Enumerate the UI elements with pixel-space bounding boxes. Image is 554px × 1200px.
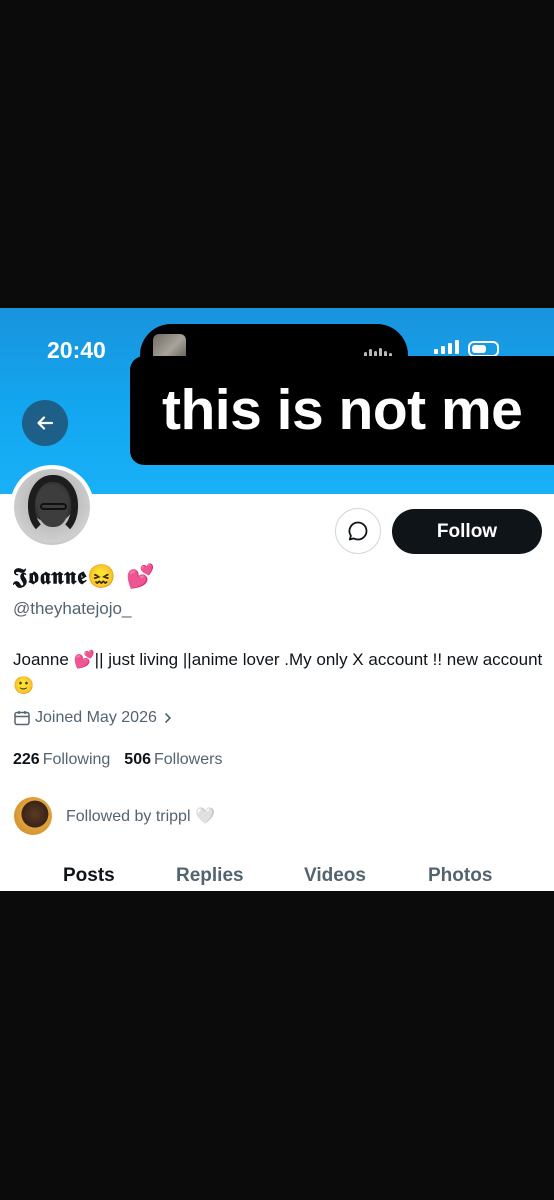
joined-label: Joined May 2026: [35, 709, 157, 726]
profile-banner: 20:40 this is not me: [0, 308, 554, 494]
following-count: 226: [13, 751, 40, 768]
battery-icon: [468, 341, 499, 357]
follow-button[interactable]: Follow: [392, 509, 542, 554]
back-button[interactable]: [22, 400, 68, 446]
profile-bio: Joanne 💕|| just living ||anime lover .My…: [13, 650, 543, 695]
joined-date[interactable]: Joined May 2026: [13, 709, 175, 727]
followers-link[interactable]: 506 Followers: [124, 751, 222, 769]
follower-avatar: [14, 797, 52, 835]
overlay-caption: this is not me: [130, 356, 554, 465]
following-link[interactable]: 226 Following: [13, 751, 110, 769]
tab-posts[interactable]: Posts: [63, 865, 115, 887]
following-label: Following: [42, 751, 111, 768]
tab-photos[interactable]: Photos: [428, 865, 492, 887]
profile-tabs: Posts Replies Videos Photos: [0, 861, 554, 891]
message-button[interactable]: [335, 508, 381, 554]
tab-replies[interactable]: Replies: [176, 865, 244, 887]
calendar-icon: [14, 711, 30, 726]
display-name: 𝕵𝖔𝖆𝖓𝖓𝖊😖 💕: [13, 563, 156, 590]
followed-by[interactable]: Followed by trippl 🤍: [14, 797, 215, 835]
followed-by-text: Followed by trippl 🤍: [66, 808, 215, 825]
signal-icon: [434, 340, 459, 354]
tab-videos[interactable]: Videos: [304, 865, 366, 887]
arrow-left-icon: [37, 416, 54, 430]
followers-count: 506: [124, 751, 151, 768]
chat-bubble-icon: [348, 521, 368, 541]
profile-screen: 20:40 this is not me Follow 𝕵𝖔𝖆𝖓𝖓𝖊😖 💕 @t…: [0, 308, 554, 891]
username-handle: @theyhatejojo_: [13, 599, 132, 618]
status-time: 20:40: [47, 337, 106, 363]
profile-avatar[interactable]: [10, 465, 94, 549]
chevron-right-icon: [165, 713, 171, 723]
followers-label: Followers: [154, 751, 223, 768]
follow-stats: 226 Following 506 Followers: [13, 751, 222, 769]
